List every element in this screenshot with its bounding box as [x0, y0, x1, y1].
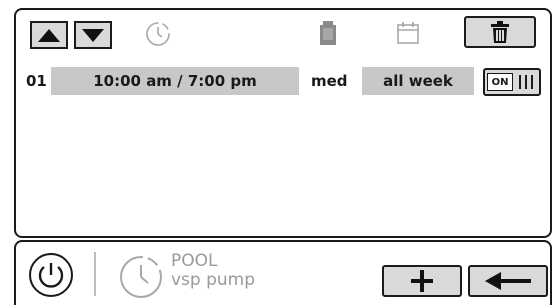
- delete-button[interactable]: [464, 16, 536, 48]
- power-button[interactable]: [28, 252, 74, 298]
- trash-icon: [491, 21, 509, 43]
- bottom-bar: POOL vsp pump: [14, 240, 552, 305]
- toolbar: [14, 8, 550, 56]
- device-name: POOL: [171, 251, 218, 271]
- schedule-row[interactable]: 01 10:00 am / 7:00 pm med all week ON: [14, 60, 550, 100]
- back-button[interactable]: [468, 265, 548, 297]
- row-number: 01: [26, 72, 47, 90]
- scroll-up-button[interactable]: [30, 21, 68, 49]
- schedule-toggle[interactable]: ON: [483, 68, 541, 96]
- arrow-left-icon: [485, 272, 531, 290]
- triangle-up-icon: [38, 28, 60, 42]
- add-button[interactable]: [382, 265, 462, 297]
- days-field[interactable]: all week: [362, 67, 474, 95]
- scroll-down-button[interactable]: [74, 21, 112, 49]
- divider: [94, 252, 96, 296]
- clock-icon: [118, 254, 164, 300]
- calendar-icon: [394, 19, 422, 47]
- device-type: vsp pump: [171, 270, 256, 290]
- power-icon: [29, 253, 73, 297]
- pump-icon: [317, 18, 339, 48]
- toggle-thumb: [513, 70, 539, 94]
- speed-setting[interactable]: med: [311, 72, 348, 90]
- device-label: POOL vsp pump: [171, 252, 255, 290]
- triangle-down-icon: [82, 28, 104, 42]
- toggle-on-label: ON: [487, 73, 513, 91]
- clock-icon: [144, 20, 172, 48]
- time-range-field[interactable]: 10:00 am / 7:00 pm: [51, 67, 299, 95]
- plus-icon: [411, 270, 433, 292]
